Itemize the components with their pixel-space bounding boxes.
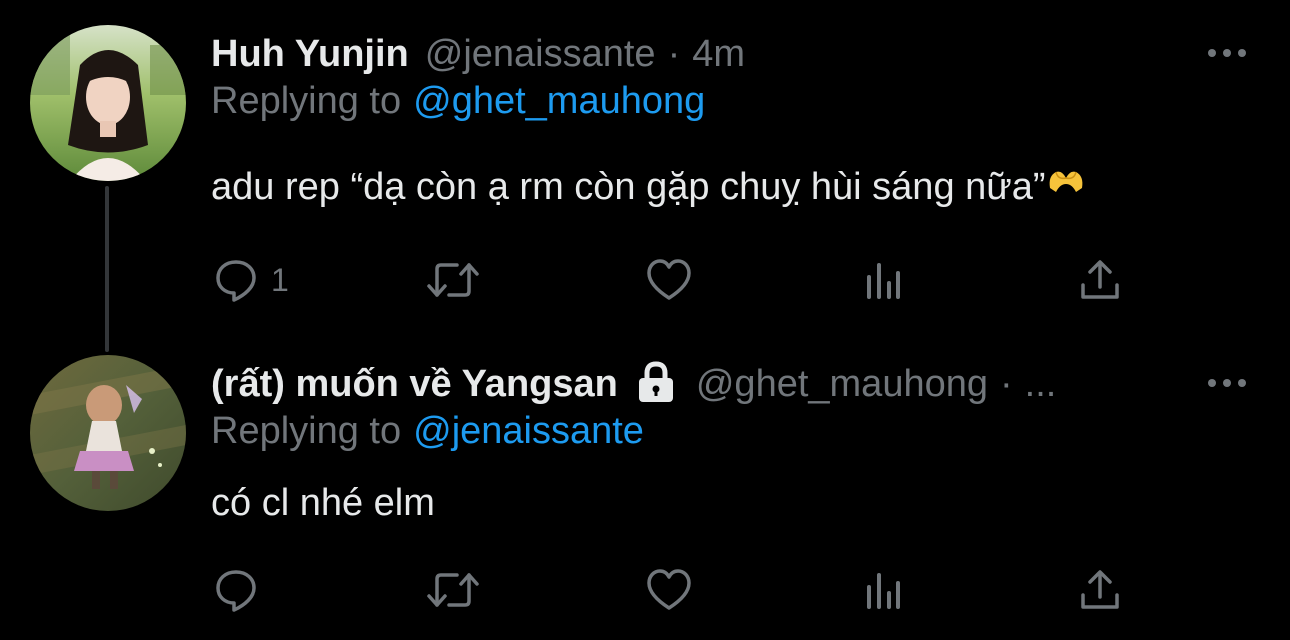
replying-to-label: Replying to xyxy=(211,410,402,452)
views-button[interactable] xyxy=(863,565,903,615)
share-button[interactable] xyxy=(1079,565,1121,615)
like-button[interactable] xyxy=(645,255,693,305)
replying-to: Replying to @ghet_mauhong xyxy=(211,80,705,123)
more-dots-icon xyxy=(1208,379,1216,387)
tweet-text: adu rep “dạ còn ạ rm còn gặp chuỵ hùi sá… xyxy=(211,166,1086,209)
avatar[interactable] xyxy=(30,355,186,511)
retweet-button[interactable] xyxy=(425,255,481,305)
share-button[interactable] xyxy=(1079,255,1121,305)
share-upload-icon xyxy=(1081,260,1119,299)
heart-icon xyxy=(647,259,691,300)
separator-dot: · xyxy=(667,32,681,75)
heart-icon xyxy=(647,569,691,610)
separator-dot: · xyxy=(999,362,1013,405)
reply-bubble-icon xyxy=(216,260,256,302)
replying-to-label: Replying to xyxy=(211,80,402,122)
more-options-button[interactable] xyxy=(1208,370,1246,396)
reply-count: 1 xyxy=(271,261,289,298)
user-handle[interactable]: @ghet_mauhong xyxy=(696,363,988,406)
retweet-button[interactable] xyxy=(425,565,481,615)
tweet-body: adu rep “dạ còn ạ rm còn gặp chuỵ hùi sá… xyxy=(211,166,1046,208)
reply-button[interactable]: 1 xyxy=(213,255,289,305)
reply-bubble-icon xyxy=(216,570,256,612)
display-name[interactable]: (rất) muốn về Yangsan xyxy=(211,363,618,406)
retweet-icon xyxy=(427,573,479,607)
display-name[interactable]: Huh Yunjin xyxy=(211,33,409,76)
views-button[interactable] xyxy=(863,255,903,305)
replying-to-handle-link[interactable]: @jenaissante xyxy=(413,410,644,452)
tweet-header: (rất) muốn về Yangsan @ghet_mauhong · ..… xyxy=(211,358,1056,410)
user-handle[interactable]: @jenaissante xyxy=(425,33,656,76)
like-button[interactable] xyxy=(645,565,693,615)
tweet-actions xyxy=(211,565,1131,615)
more-options-button[interactable] xyxy=(1208,40,1246,66)
replying-to: Replying to @jenaissante xyxy=(211,410,644,453)
tweet-body: có cl nhé elm xyxy=(211,482,435,524)
retweet-icon xyxy=(427,263,479,297)
lock-icon xyxy=(638,361,673,402)
tweet[interactable]: Huh Yunjin @jenaissante · 4m Replying to… xyxy=(0,0,1290,330)
views-bar-icon xyxy=(867,573,900,609)
timestamp[interactable]: 4m xyxy=(692,33,745,76)
tweet-text: có cl nhé elm xyxy=(211,482,435,525)
share-upload-icon xyxy=(1081,570,1119,609)
tweet-actions: 1 xyxy=(211,255,1131,305)
tweet-header: Huh Yunjin @jenaissante · 4m xyxy=(211,28,745,80)
reply-button[interactable] xyxy=(213,565,271,615)
replying-to-handle-link[interactable]: @ghet_mauhong xyxy=(413,80,705,122)
timestamp-truncated[interactable]: ... xyxy=(1025,363,1057,406)
tweet[interactable]: (rất) muốn về Yangsan @ghet_mauhong · ..… xyxy=(0,330,1290,640)
more-dots-icon xyxy=(1208,49,1216,57)
views-bar-icon xyxy=(867,263,900,299)
avatar[interactable] xyxy=(30,25,186,181)
heart-hands-emoji xyxy=(1049,171,1082,192)
